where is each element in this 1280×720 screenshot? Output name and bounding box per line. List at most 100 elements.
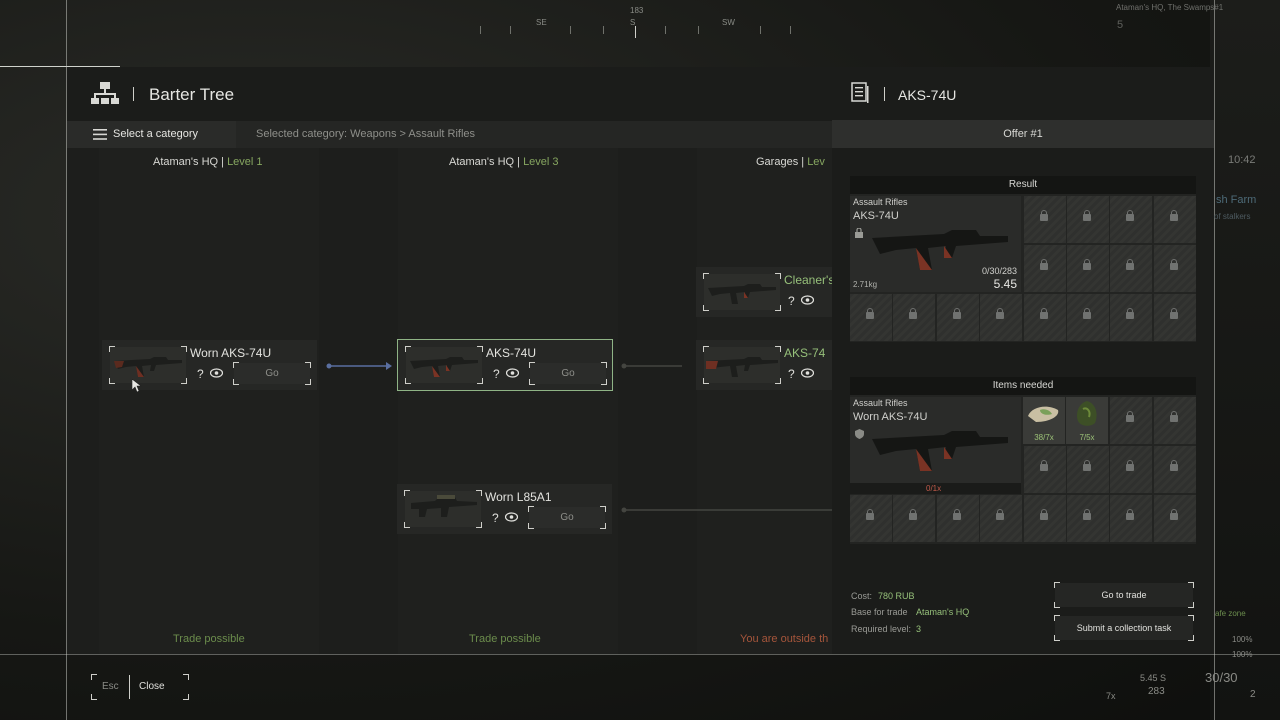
corner-bracket <box>703 305 709 311</box>
question-icon[interactable]: ? <box>788 294 795 308</box>
locked-slot <box>936 294 979 341</box>
item-thumbnail <box>703 346 781 384</box>
corner-bracket <box>233 379 239 385</box>
compass-tick <box>665 26 666 34</box>
column-3-level: Lev <box>807 156 825 168</box>
barter-card-aks74u[interactable]: AKS-74U ? Go <box>397 339 613 391</box>
needed-count: 0/1x <box>926 484 942 493</box>
lock-icon <box>952 308 961 319</box>
result-item[interactable]: Assault Rifles AKS-74U 2.71kg 0/30/283 5… <box>850 196 1021 292</box>
locked-slot <box>980 495 1023 542</box>
go-button[interactable]: Go <box>233 362 311 385</box>
cost-label: Cost: <box>851 591 873 601</box>
hud-ammo-count: 283 <box>1148 686 1165 697</box>
compass-se: SE <box>536 18 547 27</box>
corner-bracket <box>703 346 709 352</box>
eye-icon[interactable] <box>210 368 223 378</box>
lock-icon <box>1083 210 1091 221</box>
corner-bracket <box>183 674 189 680</box>
needed-item[interactable]: Assault Rifles Worn AKS-74U 0/1x <box>850 397 1021 494</box>
esc-key: Esc <box>102 681 119 692</box>
go-to-trade-button[interactable]: Go to trade <box>1054 582 1194 608</box>
key-separator <box>129 675 130 699</box>
compass-heading: 183 <box>630 6 644 15</box>
lock-icon <box>1039 308 1048 319</box>
corner-bracket <box>529 379 535 385</box>
locked-slot <box>1110 397 1153 444</box>
lock-icon <box>1126 509 1135 520</box>
barter-card-aks74[interactable]: AKS-74 ? <box>696 340 832 390</box>
compass: 183 SE S SW <box>470 6 810 40</box>
compass-sw: SW <box>722 18 735 27</box>
column-2-level: Level 3 <box>523 156 559 168</box>
lock-icon <box>1126 210 1135 221</box>
locked-slot <box>893 495 936 542</box>
hud-zone-sub: of stalkers <box>1214 212 1251 221</box>
corner-bracket <box>601 379 607 385</box>
hud-ammo-cal: 5.45 S <box>1140 673 1167 683</box>
submit-collection-task-button[interactable]: Submit a collection task <box>1054 615 1194 641</box>
corner-bracket <box>600 506 606 512</box>
locked-slot <box>980 294 1023 341</box>
corner-bracket <box>404 490 410 496</box>
item-weight: 2.71kg <box>853 280 878 289</box>
go-button[interactable]: Go <box>529 362 607 385</box>
locked-slot <box>1110 446 1153 493</box>
question-icon[interactable]: ? <box>197 367 204 381</box>
corner-bracket <box>109 378 115 384</box>
lock-icon <box>1083 308 1091 319</box>
result-label: Result <box>850 176 1196 194</box>
question-icon[interactable]: ? <box>492 511 499 525</box>
level-value: 3 <box>916 624 922 634</box>
column-1 <box>99 148 319 654</box>
item-caliber: 5.45 <box>993 277 1017 291</box>
offer-tab[interactable]: Offer #1 <box>832 120 1214 148</box>
lock-icon <box>1039 509 1048 520</box>
hud-item-count: 7x <box>1106 691 1116 701</box>
item-ammo: 0/30/283 <box>981 266 1017 276</box>
compass-tick <box>790 26 791 34</box>
question-icon[interactable]: ? <box>493 367 500 381</box>
lock-icon <box>1126 460 1135 471</box>
select-category-button[interactable]: Select a category <box>67 121 236 148</box>
close-button[interactable]: Esc Close <box>91 674 189 700</box>
locked-slot <box>1110 495 1153 542</box>
compass-tick <box>635 26 636 38</box>
corner-bracket <box>1054 615 1060 621</box>
eye-icon[interactable] <box>801 368 814 378</box>
eye-icon[interactable] <box>801 295 814 305</box>
corner-bracket <box>601 362 607 368</box>
hud-frame-bottom <box>0 654 1280 655</box>
lock-icon <box>1039 210 1048 221</box>
compass-tick <box>510 26 511 34</box>
corner-bracket <box>1188 602 1194 608</box>
item-category: Assault Rifles <box>853 398 908 408</box>
eye-icon[interactable] <box>505 512 518 522</box>
locked-slot <box>1153 245 1196 292</box>
lock-icon <box>909 509 918 520</box>
lock-icon <box>866 308 874 319</box>
go-button[interactable]: Go <box>528 506 606 529</box>
lock-icon <box>1083 259 1091 270</box>
hud-clock: 10:42 <box>1228 154 1256 166</box>
lock-icon <box>1169 259 1178 270</box>
corner-bracket <box>405 346 411 352</box>
rifle-icon <box>708 284 776 304</box>
eye-icon[interactable] <box>506 368 519 378</box>
question-icon[interactable]: ? <box>788 367 795 381</box>
item-thumbnail <box>404 490 482 528</box>
lock-icon <box>1169 509 1178 520</box>
lock-icon <box>1169 460 1178 471</box>
hud-grenades: 2 <box>1250 689 1256 700</box>
barter-card-cleaners[interactable]: Cleaner's ? <box>696 267 832 317</box>
lock-icon <box>1083 509 1091 520</box>
result-box: Result Assault Rifles AKS-74U 2.71kg 0/3… <box>850 176 1196 342</box>
barter-item-slot[interactable]: 38/7x <box>1023 397 1065 444</box>
corner-bracket <box>775 273 781 279</box>
barter-card-worn-l85a1[interactable]: Worn L85A1 ? Go <box>397 484 612 534</box>
hud-location-num: 5 <box>1117 19 1124 31</box>
lock-icon <box>866 509 874 520</box>
card-name: Worn L85A1 <box>485 490 552 504</box>
barter-item-slot[interactable]: 7/5x <box>1066 397 1108 444</box>
corner-bracket <box>775 346 781 352</box>
